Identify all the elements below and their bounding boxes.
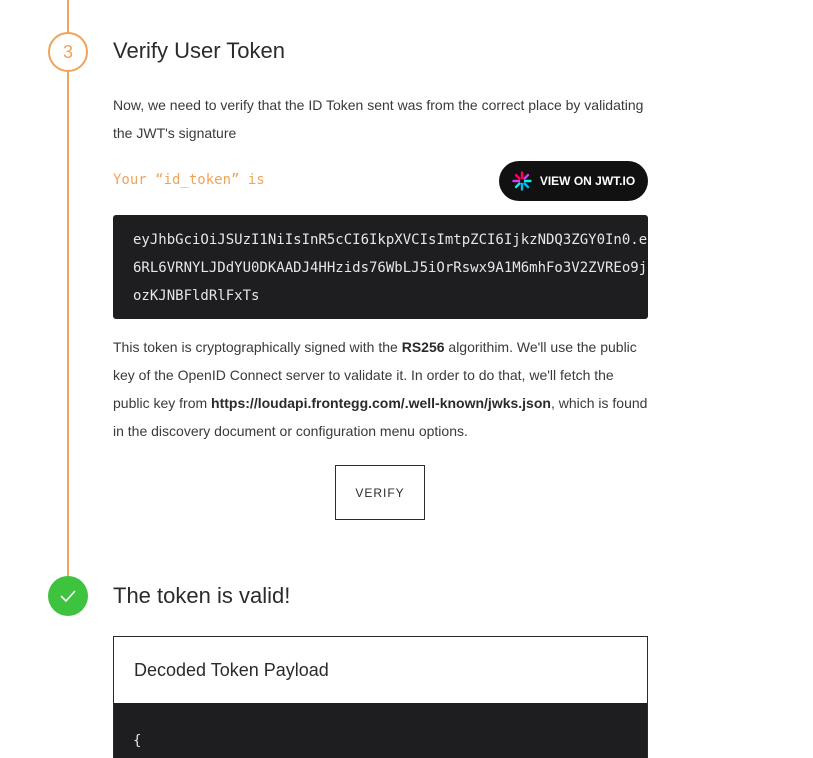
intro-text: Now, we need to verify that the ID Token… [113, 97, 644, 141]
view-on-jwt-button[interactable]: VIEW ON JWT.IO [499, 161, 648, 201]
payload-code-block: { [114, 703, 647, 758]
jwks-url: https://loudapi.frontegg.com/.well-known… [211, 395, 551, 411]
timeline-line [67, 70, 69, 578]
token-line: ozKJNBFldRlFxTs [133, 288, 260, 304]
check-icon [60, 590, 76, 603]
algorithm-name: RS256 [401, 339, 445, 355]
token-code-block: eyJhbGciOiJSUzI1NiIsInR5cCI6IkpXVCIsImtp… [113, 215, 648, 319]
payload-code-line: { [133, 733, 142, 749]
timeline-line-top [67, 0, 69, 34]
success-badge [48, 576, 88, 616]
token-line: eyJhbGciOiJSUzI1NiIsInR5cCI6IkpXVCIsImtp… [133, 232, 648, 248]
step-number-badge: 3 [48, 32, 88, 72]
payload-title: Decoded Token Payload [134, 659, 329, 680]
verify-button[interactable]: VERIFY [335, 465, 425, 520]
signature-description: This token is cryptographically signed w… [113, 333, 648, 445]
step-title: Verify User Token [113, 38, 286, 63]
token-label: Your “id_token” is [113, 172, 265, 188]
view-on-jwt-label: VIEW ON JWT.IO [539, 174, 636, 188]
jwt-logo-icon [512, 171, 532, 191]
result-title: The token is valid! [113, 583, 291, 608]
token-line: 6RL6VRNYLJDdYU0DKAADJ4HHzids76WbLJ5iOrRs… [133, 260, 648, 276]
decoded-payload-card: Decoded Token Payload { [113, 636, 648, 758]
description-text: This token is cryptographically signed w… [113, 339, 402, 355]
